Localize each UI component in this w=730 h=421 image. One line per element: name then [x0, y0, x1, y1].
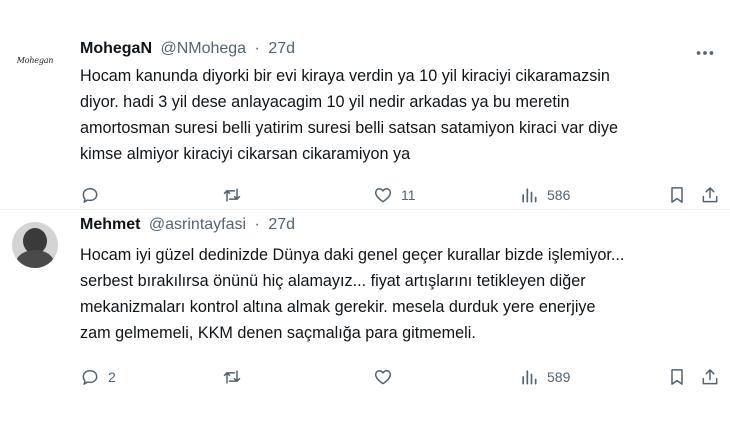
separator: · — [254, 40, 260, 57]
bookmark-button[interactable] — [667, 183, 687, 207]
avatar-signature: Mohegan — [16, 56, 54, 65]
share-button[interactable] — [700, 365, 720, 389]
retweet-icon — [222, 367, 242, 387]
reply-count: 2 — [108, 369, 116, 385]
tweet-text: Hocam kanunda diyorki bir evi kiraya ver… — [80, 67, 618, 163]
retweet-button[interactable] — [222, 183, 250, 207]
bar-chart-icon — [519, 367, 539, 387]
bookmark-icon — [667, 185, 687, 205]
timestamp[interactable]: 27d — [268, 40, 295, 57]
share-upload-icon — [700, 367, 720, 387]
tweet-header: Mehmet @asrintayfasi · 27d — [80, 216, 295, 234]
avatar-body — [16, 250, 54, 268]
retweet-icon — [222, 185, 242, 205]
bookmark-icon — [667, 367, 687, 387]
avatar[interactable] — [12, 222, 58, 268]
reply-button[interactable] — [80, 183, 108, 207]
reply-bubble-icon — [80, 185, 100, 205]
views-button[interactable]: 589 — [519, 365, 570, 389]
tweet-header: MohegaN @NMohega · 27d — [80, 40, 295, 58]
like-button[interactable]: 11 — [373, 183, 416, 207]
separator: · — [254, 216, 260, 233]
share-upload-icon — [700, 185, 720, 205]
views-button[interactable]: 586 — [519, 183, 570, 207]
view-count: 589 — [547, 369, 571, 385]
bookmark-button[interactable] — [667, 365, 687, 389]
share-button[interactable] — [700, 183, 720, 207]
display-name[interactable]: Mehmet — [80, 216, 140, 233]
view-count: 586 — [547, 187, 571, 203]
reply-button[interactable]: 2 — [80, 365, 116, 389]
bar-chart-icon — [519, 185, 539, 205]
avatar[interactable]: Mohegan — [12, 40, 58, 86]
tweet-2[interactable]: Mehmet @asrintayfasi · 27d Hocam iyi güz… — [0, 209, 730, 421]
handle[interactable]: @asrintayfasi — [149, 216, 246, 233]
timestamp[interactable]: 27d — [268, 216, 295, 233]
reply-bubble-icon — [80, 367, 100, 387]
handle[interactable]: @NMohega — [160, 40, 246, 57]
tweet-text: Hocam iyi güzel dedinizde Dünya daki gen… — [80, 246, 625, 342]
more-horizontal-icon[interactable] — [694, 42, 716, 64]
heart-icon — [373, 367, 393, 387]
like-count: 11 — [401, 187, 416, 203]
like-button[interactable] — [373, 365, 401, 389]
tweet-1[interactable]: Mohegan MohegaN @NMohega · 27d Hocam kan… — [0, 0, 730, 209]
action-bar: 2 589 — [80, 365, 720, 389]
retweet-button[interactable] — [222, 365, 250, 389]
action-bar: 11 586 — [80, 183, 720, 207]
display-name[interactable]: MohegaN — [80, 40, 152, 57]
heart-icon — [373, 185, 393, 205]
